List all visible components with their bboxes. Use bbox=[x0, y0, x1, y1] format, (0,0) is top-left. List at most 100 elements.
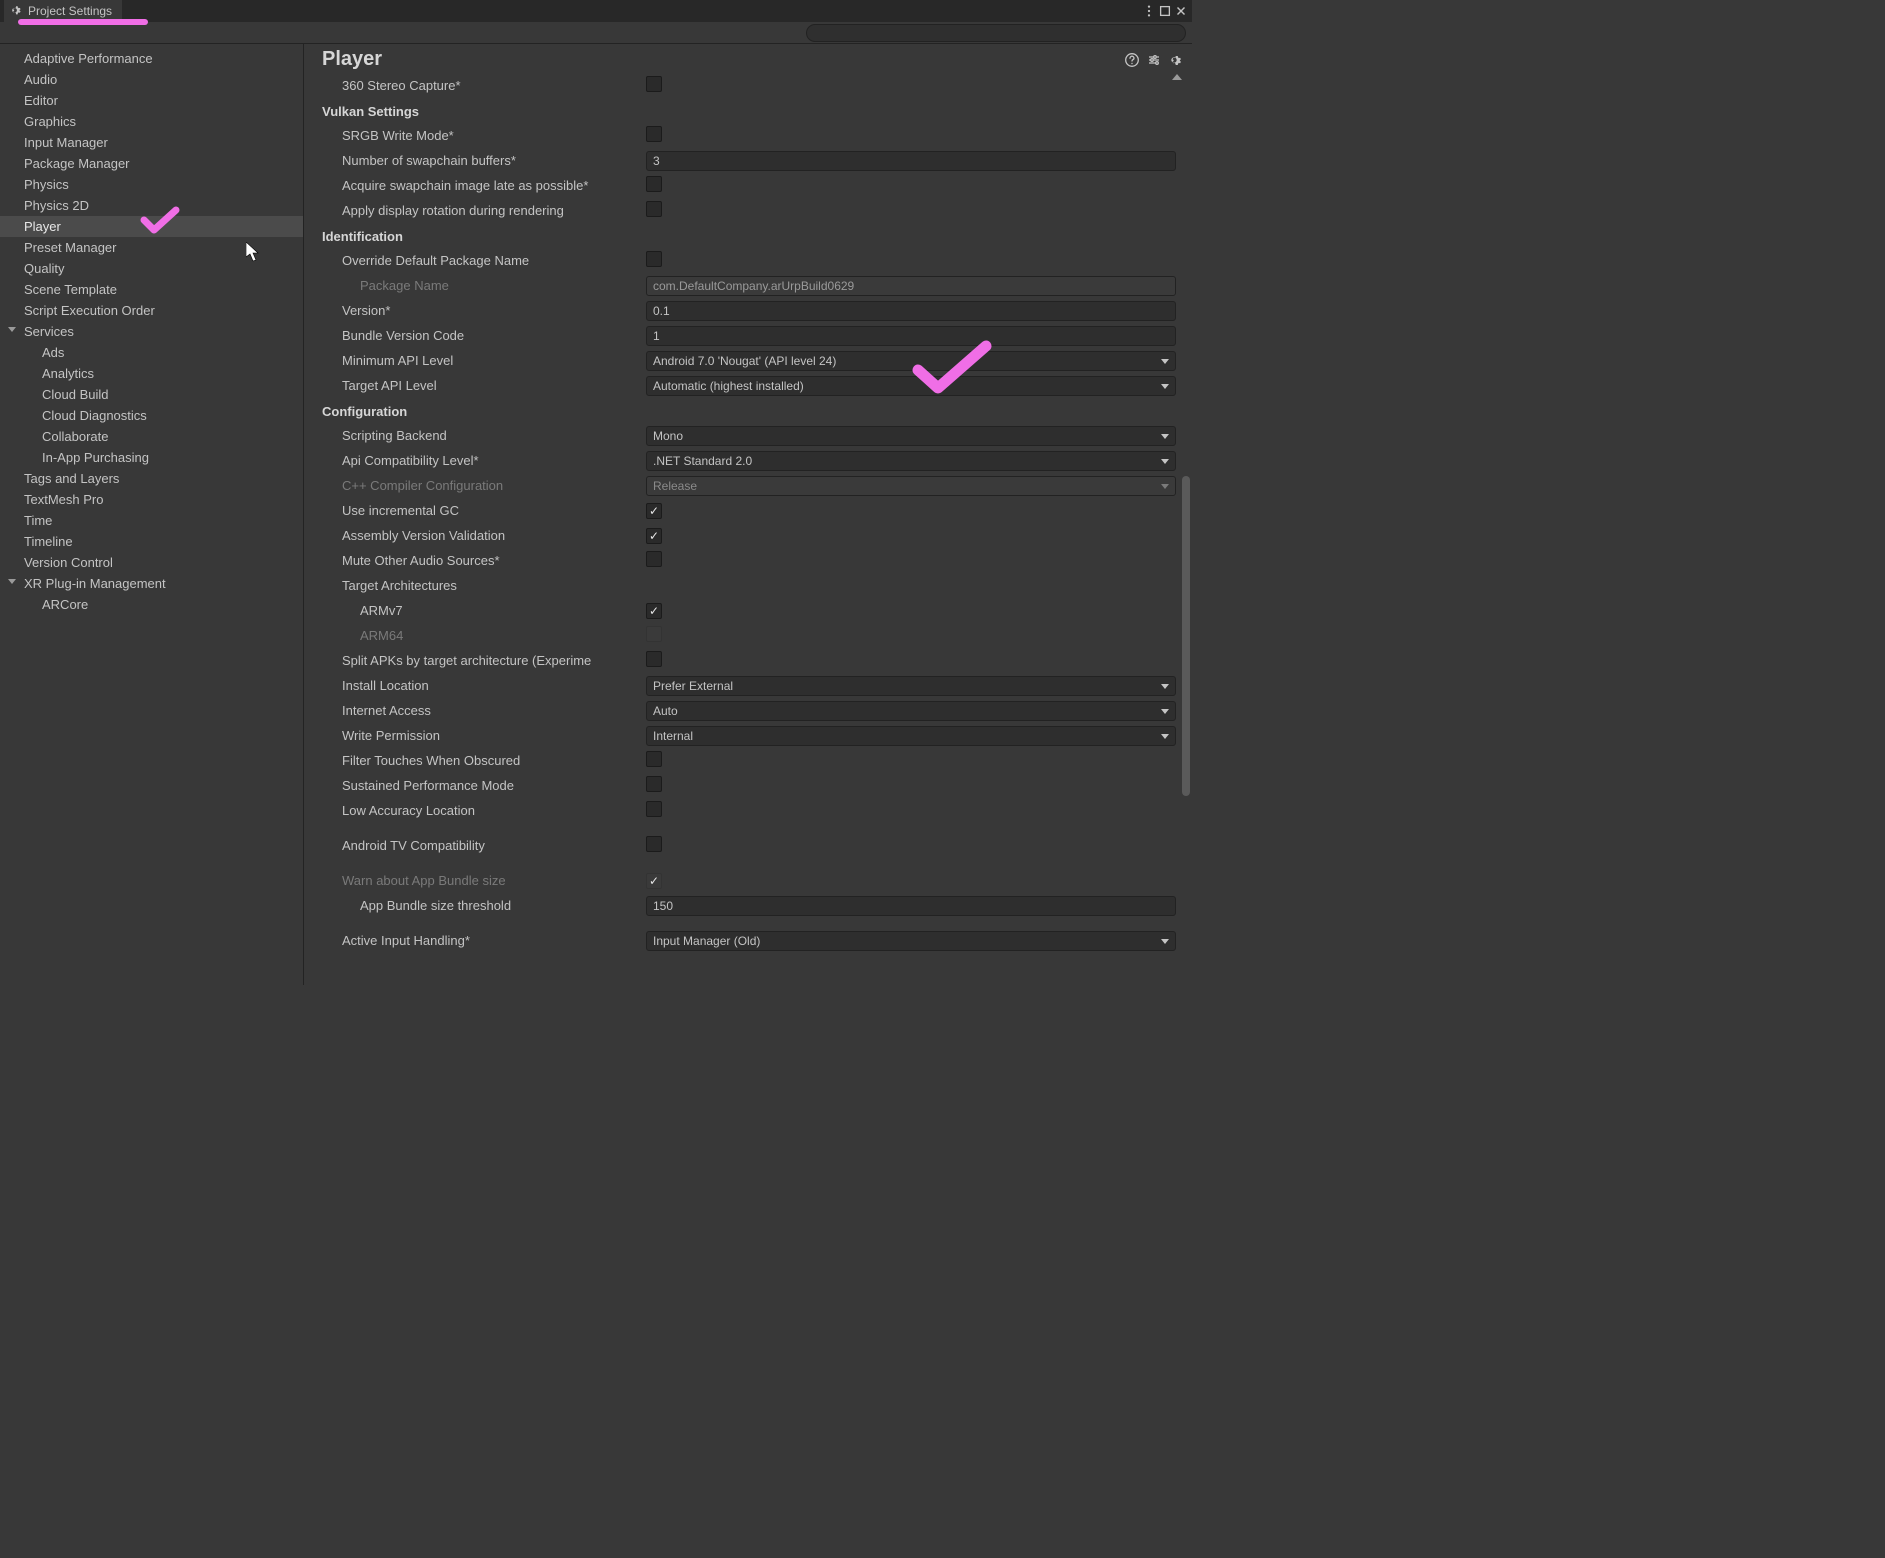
setting-control: Automatic (highest installed) bbox=[646, 376, 1176, 396]
dropdown[interactable]: Android 7.0 'Nougat' (API level 24) bbox=[646, 351, 1176, 371]
sidebar-item-graphics[interactable]: Graphics bbox=[0, 111, 303, 132]
sidebar-item-label: Adaptive Performance bbox=[24, 51, 153, 66]
dropdown[interactable]: .NET Standard 2.0 bbox=[646, 451, 1176, 471]
checkbox[interactable] bbox=[646, 801, 662, 817]
checkbox[interactable] bbox=[646, 751, 662, 767]
setting-label: Target Architectures bbox=[322, 578, 642, 593]
setting-label: Package Name bbox=[322, 278, 642, 293]
setting-control bbox=[646, 603, 662, 619]
setting-label: Apply display rotation during rendering bbox=[322, 203, 642, 218]
sidebar-item-cloud-build[interactable]: Cloud Build bbox=[0, 384, 303, 405]
setting-control bbox=[646, 751, 662, 770]
settings-row: Target Architectures bbox=[322, 573, 1186, 598]
search-input[interactable] bbox=[806, 24, 1186, 42]
setting-label: Filter Touches When Obscured bbox=[322, 753, 642, 768]
sidebar-item-script-execution-order[interactable]: Script Execution Order bbox=[0, 300, 303, 321]
settings-row: Number of swapchain buffers*3 bbox=[322, 148, 1186, 173]
sidebar-item-label: Package Manager bbox=[24, 156, 130, 171]
setting-control: Input Manager (Old) bbox=[646, 931, 1176, 951]
scrollbar-thumb[interactable] bbox=[1182, 476, 1190, 796]
search-row bbox=[0, 22, 1192, 44]
text-input[interactable]: 0.1 bbox=[646, 301, 1176, 321]
foldout-triangle-icon[interactable] bbox=[8, 579, 16, 584]
sidebar-item-label: Cloud Diagnostics bbox=[42, 408, 147, 423]
sidebar-item-label: TextMesh Pro bbox=[24, 492, 103, 507]
sidebar-item-textmesh-pro[interactable]: TextMesh Pro bbox=[0, 489, 303, 510]
setting-control bbox=[646, 528, 662, 544]
sidebar-item-audio[interactable]: Audio bbox=[0, 69, 303, 90]
setting-control: Mono bbox=[646, 426, 1176, 446]
gear-icon[interactable] bbox=[1168, 52, 1184, 68]
help-icon[interactable] bbox=[1124, 52, 1140, 68]
checkbox[interactable] bbox=[646, 551, 662, 567]
checkbox[interactable] bbox=[646, 528, 662, 544]
sidebar-item-version-control[interactable]: Version Control bbox=[0, 552, 303, 573]
sidebar-item-xr-plug-in-management[interactable]: XR Plug-in Management bbox=[0, 573, 303, 594]
sidebar-item-cloud-diagnostics[interactable]: Cloud Diagnostics bbox=[0, 405, 303, 426]
dropdown[interactable]: Auto bbox=[646, 701, 1176, 721]
sidebar-item-input-manager[interactable]: Input Manager bbox=[0, 132, 303, 153]
sidebar-item-services[interactable]: Services bbox=[0, 321, 303, 342]
setting-label: C++ Compiler Configuration bbox=[322, 478, 642, 493]
checkbox[interactable] bbox=[646, 76, 662, 92]
setting-control bbox=[646, 551, 662, 570]
checkbox[interactable] bbox=[646, 176, 662, 192]
sidebar-item-collaborate[interactable]: Collaborate bbox=[0, 426, 303, 447]
sidebar-item-label: Cloud Build bbox=[42, 387, 109, 402]
sidebar-item-analytics[interactable]: Analytics bbox=[0, 363, 303, 384]
window-tab[interactable]: Project Settings bbox=[4, 0, 122, 22]
main-panel: Player 360 Stereo Capture*Vulkan Setting… bbox=[304, 44, 1192, 985]
settings-row: Low Accuracy Location bbox=[322, 798, 1186, 823]
checkbox[interactable] bbox=[646, 836, 662, 852]
maximize-icon[interactable] bbox=[1158, 4, 1172, 18]
dropdown[interactable]: Internal bbox=[646, 726, 1176, 746]
sidebar-item-in-app-purchasing[interactable]: In-App Purchasing bbox=[0, 447, 303, 468]
sidebar-item-player[interactable]: Player bbox=[0, 216, 303, 237]
checkbox[interactable] bbox=[646, 603, 662, 619]
checkbox[interactable] bbox=[646, 251, 662, 267]
settings-row: Filter Touches When Obscured bbox=[322, 748, 1186, 773]
dropdown[interactable]: Mono bbox=[646, 426, 1176, 446]
sidebar-item-timeline[interactable]: Timeline bbox=[0, 531, 303, 552]
setting-label: App Bundle size threshold bbox=[322, 898, 642, 913]
checkbox[interactable] bbox=[646, 503, 662, 519]
sidebar-item-physics-2d[interactable]: Physics 2D bbox=[0, 195, 303, 216]
close-icon[interactable] bbox=[1174, 4, 1188, 18]
dropdown[interactable]: Input Manager (Old) bbox=[646, 931, 1176, 951]
sidebar-item-label: Script Execution Order bbox=[24, 303, 155, 318]
sidebar-item-tags-and-layers[interactable]: Tags and Layers bbox=[0, 468, 303, 489]
checkbox[interactable] bbox=[646, 201, 662, 217]
sidebar-item-label: Editor bbox=[24, 93, 58, 108]
sidebar-item-ads[interactable]: Ads bbox=[0, 342, 303, 363]
sidebar-item-adaptive-performance[interactable]: Adaptive Performance bbox=[0, 48, 303, 69]
text-input[interactable]: 3 bbox=[646, 151, 1176, 171]
sidebar-item-package-manager[interactable]: Package Manager bbox=[0, 153, 303, 174]
setting-label: 360 Stereo Capture* bbox=[322, 78, 642, 93]
sidebar-item-label: Scene Template bbox=[24, 282, 117, 297]
foldout-triangle-icon[interactable] bbox=[8, 327, 16, 332]
sidebar-item-editor[interactable]: Editor bbox=[0, 90, 303, 111]
settings-row: Mute Other Audio Sources* bbox=[322, 548, 1186, 573]
preset-icon[interactable] bbox=[1146, 52, 1162, 68]
sidebar-item-scene-template[interactable]: Scene Template bbox=[0, 279, 303, 300]
settings-scroll-area: 360 Stereo Capture*Vulkan SettingsSRGB W… bbox=[304, 73, 1192, 985]
dropdown[interactable]: Automatic (highest installed) bbox=[646, 376, 1176, 396]
text-input[interactable]: 1 bbox=[646, 326, 1176, 346]
checkbox[interactable] bbox=[646, 126, 662, 142]
setting-control: 3 bbox=[646, 151, 1176, 171]
setting-label: Sustained Performance Mode bbox=[322, 778, 642, 793]
sidebar-item-physics[interactable]: Physics bbox=[0, 174, 303, 195]
setting-label: Active Input Handling* bbox=[322, 933, 642, 948]
vertical-scrollbar[interactable] bbox=[1180, 96, 1192, 985]
setting-label: ARM64 bbox=[322, 628, 642, 643]
checkbox[interactable] bbox=[646, 651, 662, 667]
sidebar: Adaptive PerformanceAudioEditorGraphicsI… bbox=[0, 44, 304, 985]
setting-control bbox=[646, 126, 662, 145]
text-input[interactable]: 150 bbox=[646, 896, 1176, 916]
dropdown[interactable]: Prefer External bbox=[646, 676, 1176, 696]
kebab-menu-icon[interactable] bbox=[1142, 4, 1156, 18]
sidebar-item-arcore[interactable]: ARCore bbox=[0, 594, 303, 615]
sidebar-item-time[interactable]: Time bbox=[0, 510, 303, 531]
sidebar-item-label: Quality bbox=[24, 261, 64, 276]
checkbox[interactable] bbox=[646, 776, 662, 792]
